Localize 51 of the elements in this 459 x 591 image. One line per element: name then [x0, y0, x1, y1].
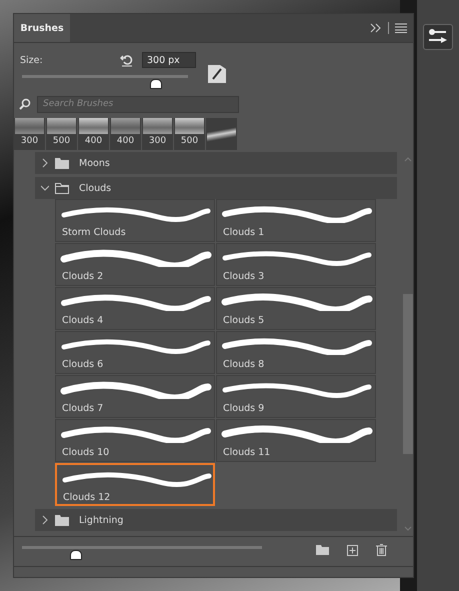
brush-tile[interactable]: Storm Clouds [55, 199, 215, 242]
folder-icon [55, 182, 69, 194]
brushes-tab[interactable]: Brushes [14, 14, 70, 42]
brush-tile[interactable]: Clouds 3 [216, 243, 376, 286]
brush-tip-thumbnail [175, 118, 204, 134]
slider-thumb[interactable] [70, 550, 82, 560]
brush-tip-thumbnail [207, 126, 236, 142]
brush-tip-thumbnail [15, 118, 44, 134]
brush-tip-thumbnail [111, 118, 140, 134]
brush-preset[interactable]: 500 [174, 118, 205, 150]
chevron-right-icon[interactable] [41, 515, 49, 525]
brush-group-row[interactable]: Clouds [35, 177, 397, 199]
size-label: Size: [20, 54, 44, 66]
brush-preset[interactable]: 400 [110, 118, 141, 150]
brush-tile[interactable]: Clouds 1 [216, 199, 376, 242]
brush-preset[interactable]: 300 [14, 118, 45, 150]
brush-preset[interactable]: 500 [46, 118, 77, 150]
size-field[interactable]: 300 px [142, 52, 196, 68]
brush-group-row[interactable]: Moons [35, 152, 397, 174]
brush-tile[interactable]: Clouds 5 [216, 287, 376, 330]
reset-icon[interactable] [120, 53, 134, 67]
menu-icon[interactable] [395, 23, 407, 33]
brush-tile[interactable]: Clouds 8 [216, 331, 376, 374]
folder-icon [55, 514, 69, 526]
slider-thumb[interactable] [150, 79, 162, 89]
brush-tile[interactable]: Clouds 10 [55, 419, 215, 462]
brush-preset[interactable]: 400 [78, 118, 109, 150]
brush-preset[interactable] [206, 118, 237, 150]
folder-icon[interactable] [316, 545, 329, 555]
brush-preset[interactable]: 300 [142, 118, 173, 150]
brush-tile[interactable]: Clouds 7 [55, 375, 215, 418]
search-field[interactable]: Search Brushes [37, 96, 239, 112]
brush-tile[interactable]: Clouds 12 [55, 463, 215, 506]
brush-tip-thumbnail [143, 118, 172, 134]
brush-settings-icon[interactable] [423, 24, 453, 50]
new-brush-icon[interactable] [347, 544, 358, 556]
search-icon [19, 98, 31, 110]
brush-tip-thumbnail [47, 118, 76, 134]
brush-tile[interactable]: Clouds 6 [55, 331, 215, 374]
brush-tile[interactable]: Clouds 9 [216, 375, 376, 418]
collapse-icon[interactable] [370, 23, 382, 33]
chevron-right-icon[interactable] [41, 158, 49, 168]
brush-group-row[interactable]: Lightning [35, 509, 397, 531]
chevron-down-icon[interactable] [41, 183, 49, 193]
brush-tip-thumbnail [79, 118, 108, 134]
brush-tile[interactable]: Clouds 11 [216, 419, 376, 462]
brush-tile[interactable]: Clouds 2 [55, 243, 215, 286]
folder-icon [55, 158, 69, 168]
trash-icon[interactable] [376, 544, 387, 556]
brush-icon[interactable] [208, 65, 226, 83]
brush-tile[interactable]: Clouds 4 [55, 287, 215, 330]
